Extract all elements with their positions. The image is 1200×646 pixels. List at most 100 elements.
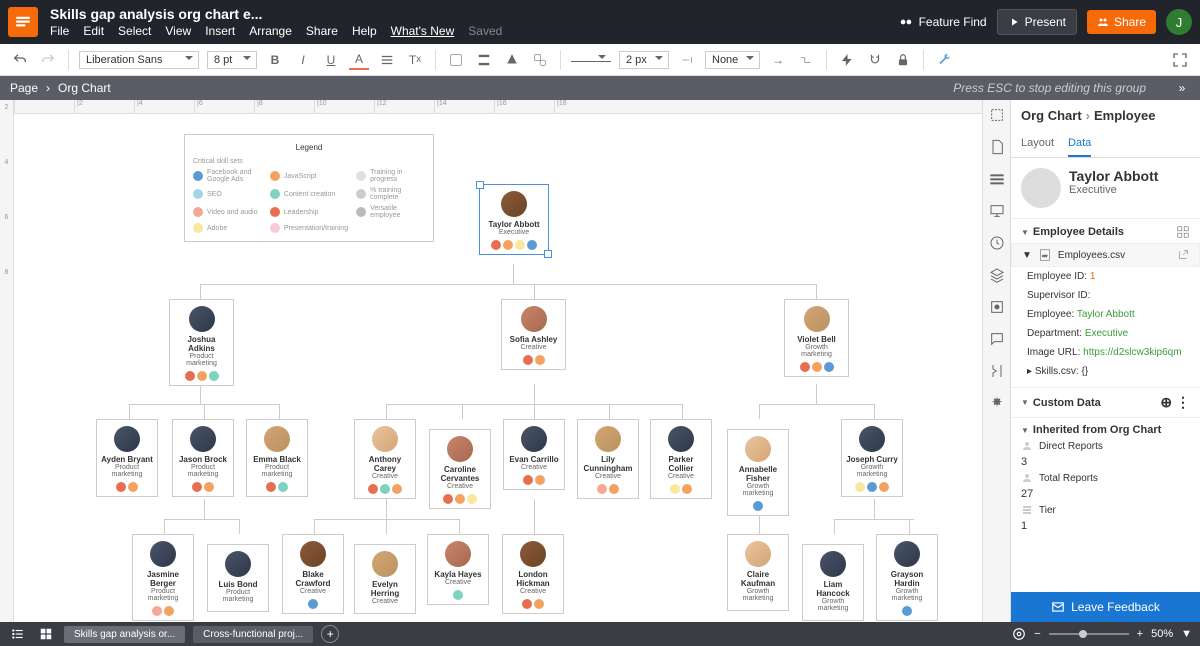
clear-format-button[interactable]: Tx [405, 50, 425, 70]
zoom-level[interactable]: 50% [1151, 628, 1173, 640]
breadcrumb-page[interactable]: Page [10, 81, 38, 95]
shape-options-button[interactable] [530, 50, 550, 70]
bb-list-view[interactable] [8, 624, 28, 644]
font-family-select[interactable]: Liberation Sans [79, 51, 199, 69]
rail-magic-icon[interactable] [988, 394, 1006, 412]
fill-button[interactable] [446, 50, 466, 70]
org-node[interactable]: Emma Black Product marketing [246, 419, 308, 497]
bb-tab-2[interactable]: Cross-functional proj... [193, 626, 313, 643]
doc-title[interactable]: Skills gap analysis org chart e... [50, 6, 502, 22]
share-button[interactable]: Share [1087, 10, 1156, 34]
lock-button[interactable] [893, 50, 913, 70]
org-node[interactable]: Joshua Adkins Product marketing [169, 299, 234, 386]
org-node[interactable]: Ayden Bryant Product marketing [96, 419, 158, 497]
line-type-select[interactable]: None [705, 51, 760, 69]
legend-box[interactable]: Legend Critical skill sets Facebook and … [184, 134, 434, 242]
present-button[interactable]: Present [997, 9, 1077, 35]
org-node[interactable]: Jason Brock Product marketing [172, 419, 234, 497]
org-node[interactable]: Joseph Curry Growth marketing [841, 419, 903, 497]
org-node[interactable]: Liam Hancock Growth marketing [802, 544, 864, 621]
org-node[interactable]: Violet Bell Growth marketing [784, 299, 849, 377]
line-color-button[interactable] [502, 50, 522, 70]
bb-add-tab[interactable]: + [321, 625, 339, 643]
org-node[interactable]: Anthony Carey Creative [354, 419, 416, 499]
canvas[interactable]: Legend Critical skill sets Facebook and … [14, 114, 982, 622]
arrow-left-select[interactable] [677, 50, 697, 70]
user-avatar[interactable]: J [1166, 9, 1192, 35]
leave-feedback-button[interactable]: Leave Feedback [1011, 592, 1200, 622]
org-node[interactable]: Lily Cunningham Creative [577, 419, 639, 499]
wrench-button[interactable] [934, 50, 954, 70]
rail-sliders-icon[interactable] [988, 170, 1006, 188]
org-node[interactable]: Taylor Abbott Executive [479, 184, 549, 255]
org-node[interactable]: Parker Collier Creative [650, 419, 712, 499]
tab-layout[interactable]: Layout [1021, 131, 1054, 157]
line-style-select[interactable] [571, 57, 611, 62]
org-node[interactable]: Evan Carrillo Creative [503, 419, 565, 490]
breadcrumb-chart[interactable]: Org Chart [58, 81, 111, 95]
bold-button[interactable]: B [265, 50, 285, 70]
rp-breadcrumb-1[interactable]: Org Chart [1021, 108, 1082, 123]
zoom-out[interactable]: − [1034, 628, 1040, 640]
rail-document-icon[interactable] [988, 138, 1006, 156]
org-node[interactable]: Grayson Hardin Growth marketing [876, 534, 938, 621]
org-node[interactable]: Annabelle Fisher Growth marketing [727, 429, 789, 516]
rail-history-icon[interactable] [988, 234, 1006, 252]
text-color-button[interactable]: A [349, 50, 369, 70]
fullscreen-button[interactable] [1170, 50, 1190, 70]
rail-actions-icon[interactable] [988, 362, 1006, 380]
zoom-in[interactable]: + [1137, 628, 1143, 640]
redo-button[interactable] [38, 50, 58, 70]
org-node[interactable]: Sofia Ashley Creative [501, 299, 566, 370]
node-name: Sofia Ashley [506, 335, 561, 344]
org-node[interactable]: Claire Kaufman Growth marketing [727, 534, 789, 611]
menu-arrange[interactable]: Arrange [249, 24, 292, 38]
align-button[interactable] [377, 50, 397, 70]
underline-button[interactable]: U [321, 50, 341, 70]
zoom-slider[interactable] [1049, 633, 1129, 635]
bb-grid-view[interactable] [36, 624, 56, 644]
feature-find[interactable]: Feature Find [899, 15, 987, 29]
org-node[interactable]: Caroline Cervantes Creative [429, 429, 491, 509]
rail-layers-icon[interactable] [988, 266, 1006, 284]
menu-view[interactable]: View [165, 24, 191, 38]
app-logo[interactable] [8, 7, 38, 37]
org-node[interactable]: Kayla Hayes Creative [427, 534, 489, 605]
rail-data-icon[interactable] [988, 298, 1006, 316]
line-width-select[interactable]: 2 px [619, 51, 669, 69]
grid-icon[interactable] [1176, 225, 1190, 239]
rp-breadcrumb-2[interactable]: Employee [1094, 108, 1155, 123]
org-node[interactable]: London Hickman Creative [502, 534, 564, 614]
border-button[interactable] [474, 50, 494, 70]
add-icon[interactable]: ⊕ ⋮ [1160, 394, 1190, 411]
rail-present-icon[interactable] [988, 202, 1006, 220]
rail-comment-icon[interactable] [988, 330, 1006, 348]
section-custom-data[interactable]: ▼ Custom Data ⊕ ⋮ [1021, 394, 1190, 411]
tab-data[interactable]: Data [1068, 131, 1091, 157]
collapse-right-button[interactable]: » [1174, 80, 1190, 96]
menu-select[interactable]: Select [118, 24, 151, 38]
menu-whats-new[interactable]: What's New [391, 24, 455, 38]
target-icon[interactable] [1012, 627, 1026, 641]
menu-share[interactable]: Share [306, 24, 338, 38]
action-button[interactable] [837, 50, 857, 70]
org-node[interactable]: Evelyn Herring Creative [354, 544, 416, 614]
org-node[interactable]: Luis Bond Product marketing [207, 544, 269, 612]
external-link-icon[interactable] [1177, 249, 1189, 261]
section-inherited[interactable]: ▼ Inherited from Org Chart [1021, 424, 1190, 436]
org-node[interactable]: Jasmine Berger Product marketing [132, 534, 194, 621]
bb-tab-1[interactable]: Skills gap analysis or... [64, 626, 185, 643]
menu-edit[interactable]: Edit [83, 24, 104, 38]
menu-file[interactable]: File [50, 24, 69, 38]
magnet-button[interactable] [865, 50, 885, 70]
font-size-select[interactable]: 8 pt [207, 51, 257, 69]
menu-help[interactable]: Help [352, 24, 377, 38]
section-employee-details[interactable]: ▼ Employee Details [1021, 225, 1190, 239]
org-node[interactable]: Blake Crawford Creative [282, 534, 344, 614]
menu-insert[interactable]: Insert [205, 24, 235, 38]
undo-button[interactable] [10, 50, 30, 70]
connector-button[interactable] [796, 50, 816, 70]
arrow-right-select[interactable]: → [768, 50, 788, 70]
italic-button[interactable]: I [293, 50, 313, 70]
rail-selection-icon[interactable] [988, 106, 1006, 124]
